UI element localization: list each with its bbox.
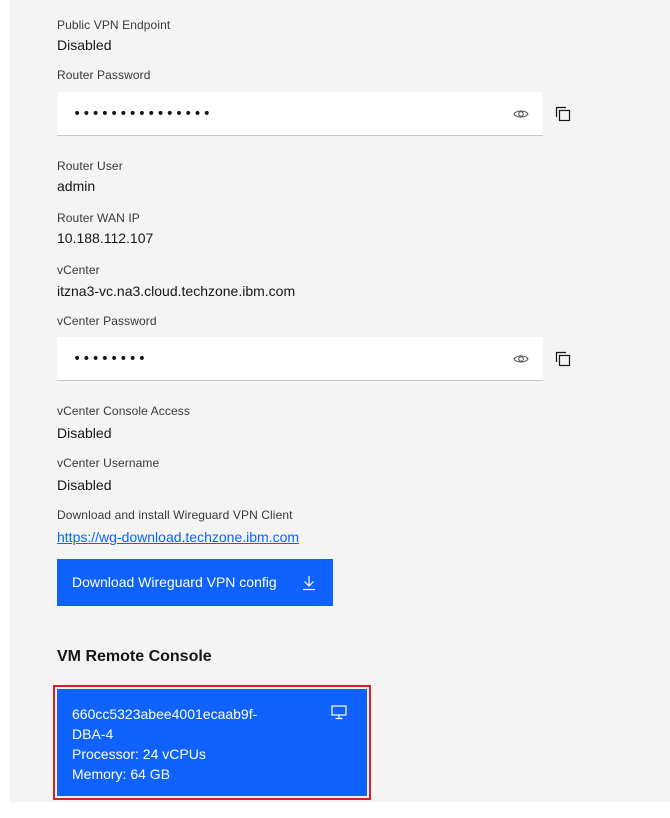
- public-vpn-value: Disabled: [57, 37, 112, 53]
- monitor-icon: [331, 705, 347, 720]
- public-vpn-label: Public VPN Endpoint: [57, 18, 171, 32]
- router-user-label: Router User: [57, 159, 123, 173]
- copy-icon: [555, 106, 571, 122]
- vcenter-console-value: Disabled: [57, 425, 112, 441]
- vm-memory: Memory: 64 GB: [72, 766, 171, 782]
- vcenter-username-label: vCenter Username: [57, 456, 160, 470]
- wireguard-download-link[interactable]: https://wg-download.techzone.ibm.com: [57, 529, 299, 545]
- download-icon: [303, 576, 315, 591]
- router-wan-ip-value: 10.188.112.107: [57, 230, 154, 246]
- vm-id-line2: DBA-4: [72, 726, 114, 742]
- vm-console-tile[interactable]: 660cc5323abee4001ecaab9f- DBA-4 Processo…: [57, 689, 367, 796]
- vm-processor: Processor: 24 vCPUs: [72, 746, 206, 762]
- router-user-value: admin: [57, 178, 96, 194]
- vm-remote-console-heading: VM Remote Console: [57, 648, 212, 665]
- vm-id-line1: 660cc5323abee4001ecaab9f-: [72, 706, 258, 722]
- router-password-label: Router Password: [57, 68, 151, 82]
- vcenter-password-label: vCenter Password: [57, 314, 157, 328]
- vcenter-console-label: vCenter Console Access: [57, 404, 190, 418]
- vcenter-password-masked: ••••••••: [73, 351, 148, 367]
- eye-icon[interactable]: [513, 106, 529, 122]
- download-button-label: Download Wireguard VPN config: [72, 574, 277, 590]
- vcenter-username-value: Disabled: [57, 477, 112, 493]
- router-password-field[interactable]: •••••••••••••••: [57, 92, 543, 136]
- router-wan-ip-label: Router WAN IP: [57, 211, 140, 225]
- router-password-masked: •••••••••••••••: [73, 106, 212, 122]
- copy-icon: [555, 351, 571, 367]
- eye-icon[interactable]: [513, 351, 529, 367]
- copy-router-password-button[interactable]: [545, 96, 581, 132]
- vcenter-password-field[interactable]: ••••••••: [57, 337, 543, 381]
- vcenter-label: vCenter: [57, 263, 100, 277]
- copy-vcenter-password-button[interactable]: [545, 341, 581, 377]
- vcenter-value: itzna3-vc.na3.cloud.techzone.ibm.com: [57, 283, 296, 299]
- wireguard-label: Download and install Wireguard VPN Clien…: [57, 508, 293, 522]
- download-wireguard-config-button[interactable]: Download Wireguard VPN config: [57, 559, 333, 606]
